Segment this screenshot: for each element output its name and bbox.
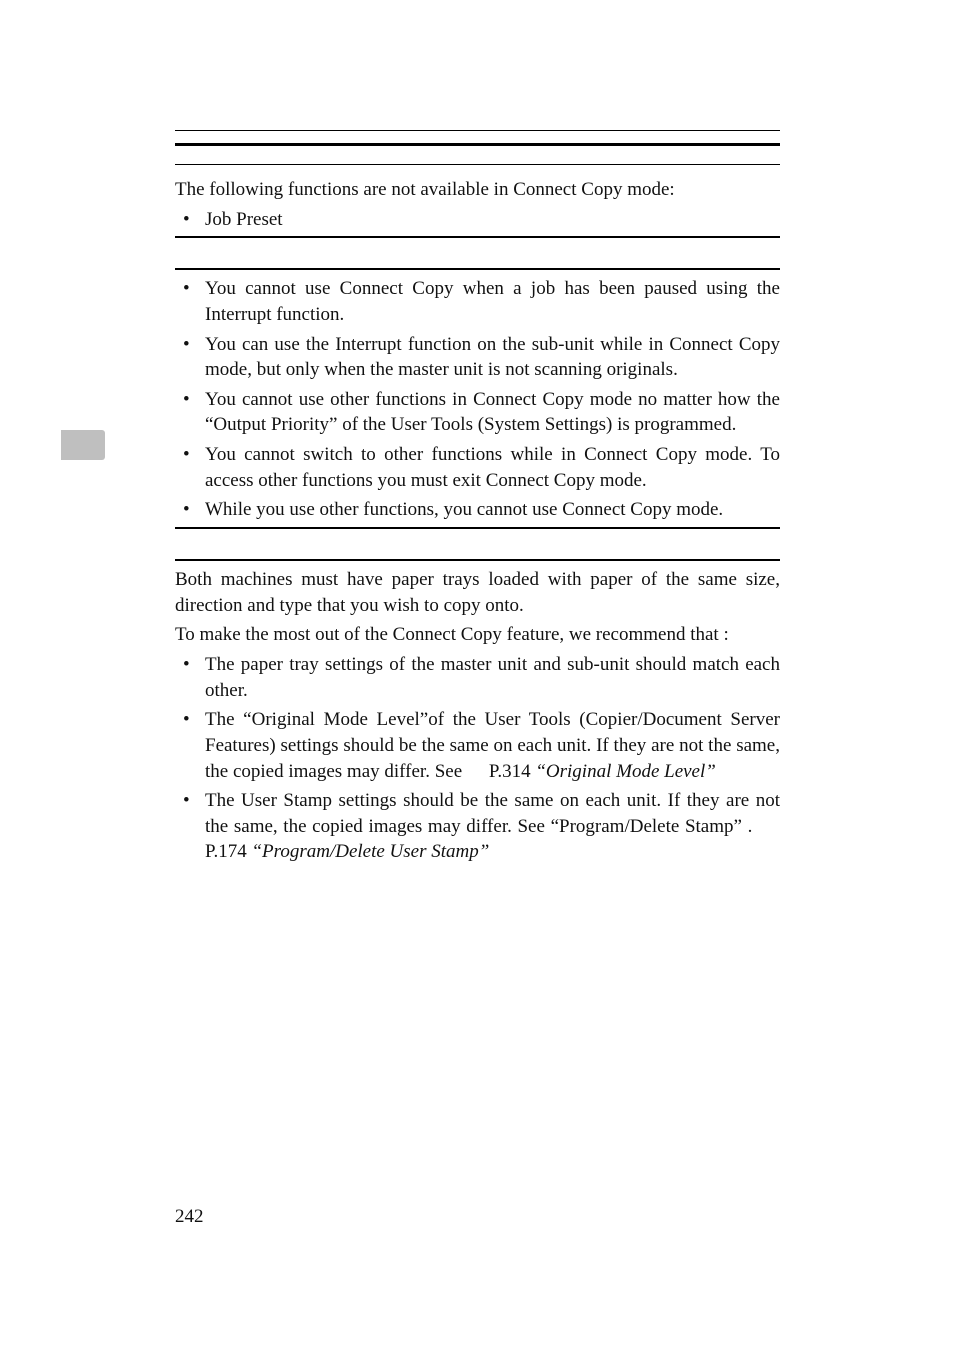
list-item: The “Original Mode Level”of the User Too… — [175, 707, 780, 784]
page-ref: P.174 — [205, 841, 251, 862]
page-number: 242 — [175, 1206, 204, 1228]
rule-thin — [175, 164, 780, 165]
page-ref: P.314 — [489, 761, 535, 782]
section3-list: The paper tray settings of the master un… — [175, 652, 780, 865]
list-item: The paper tray settings of the master un… — [175, 652, 780, 703]
list-item: You cannot use other functions in Connec… — [175, 387, 780, 438]
list-item: While you use other functions, you canno… — [175, 497, 780, 523]
rule-thin — [175, 130, 780, 131]
page-content: The following functions are not availabl… — [175, 130, 780, 869]
page-ref-title: “Program/Delete User Stamp” — [251, 841, 489, 862]
list-item: Job Preset — [175, 207, 780, 233]
section2-list: You cannot use Connect Copy when a job h… — [175, 276, 780, 523]
sidebar-tab — [61, 430, 105, 460]
list-item: The User Stamp settings should be the sa… — [175, 788, 780, 865]
list-item-text: The User Stamp settings should be the sa… — [205, 790, 780, 837]
list-item: You cannot switch to other functions whi… — [175, 442, 780, 493]
section1-list: Job Preset — [175, 207, 780, 233]
section3-para1: Both machines must have paper trays load… — [175, 567, 780, 618]
section3-para2: To make the most out of the Connect Copy… — [175, 622, 780, 648]
list-item: You cannot use Connect Copy when a job h… — [175, 276, 780, 327]
list-item: You can use the Interrupt function on th… — [175, 332, 780, 383]
section1-intro: The following functions are not availabl… — [175, 177, 780, 203]
page-ref-title: “Original Mode Level” — [535, 761, 716, 782]
